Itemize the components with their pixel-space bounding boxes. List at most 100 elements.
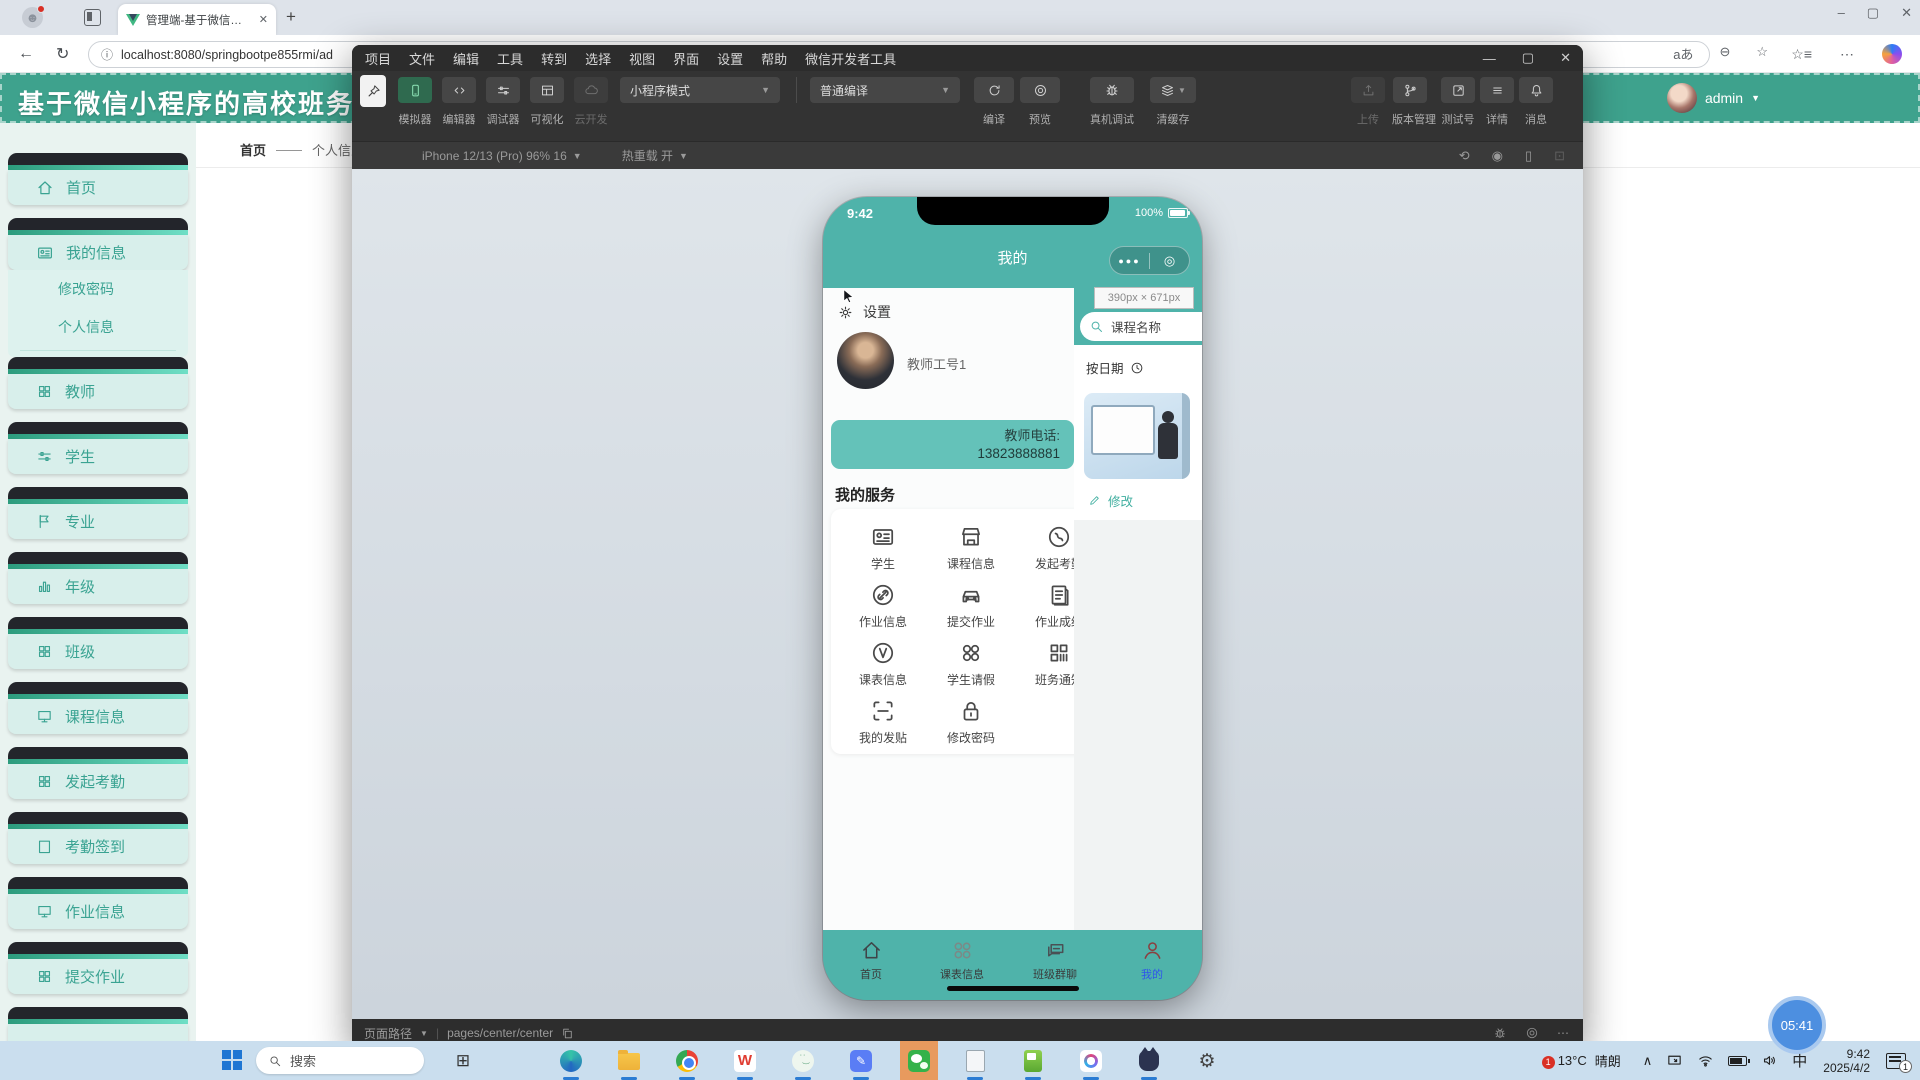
simulator-button[interactable] (398, 77, 432, 103)
tray-expand-icon[interactable]: ∧ (1643, 1053, 1653, 1069)
zoom-out-icon[interactable]: ⊖ (1719, 44, 1730, 63)
hot-reload-toggle[interactable]: 热重载 开 ▼ (622, 147, 688, 164)
cloud-dev-button[interactable] (574, 77, 608, 103)
record-icon[interactable]: ◉ (1492, 148, 1503, 164)
upload-button[interactable] (1351, 77, 1385, 103)
start-button[interactable] (222, 1050, 243, 1071)
tab-layout-icon[interactable] (84, 9, 101, 26)
browser-profile-avatar[interactable]: ☻ (22, 5, 45, 28)
taskbar-app-settings[interactable]: ⚙ (1192, 1046, 1222, 1076)
tab-mine[interactable]: 我的 (1114, 939, 1190, 982)
taskbar-app-chrome[interactable] (672, 1046, 702, 1080)
sidebar-item-grades[interactable]: 年级 (8, 552, 188, 604)
sidebar-item-home[interactable]: 首页 (8, 153, 188, 205)
browser-close-button[interactable]: ✕ (1901, 5, 1912, 21)
service-change-password[interactable]: 修改密码 (927, 698, 1015, 746)
preview-button[interactable] (1020, 77, 1060, 103)
sidebar-item-teachers[interactable]: 教师 (8, 357, 188, 409)
sidebar-item-course-info[interactable]: 课程信息 (8, 682, 188, 734)
exit-target-icon[interactable]: ◎ (1150, 253, 1189, 269)
mode-select[interactable]: 小程序模式 ▼ (620, 77, 780, 103)
compile-mode-select[interactable]: 普通编译 ▼ (810, 77, 960, 103)
new-tab-button[interactable]: + (286, 8, 296, 26)
taskbar-app-notepad[interactable] (960, 1046, 990, 1080)
service-timetable[interactable]: 课表信息 (839, 640, 927, 688)
menu-file[interactable]: 文件 (400, 49, 444, 68)
more-menu-icon[interactable]: ●●● (1110, 256, 1149, 266)
visualize-button[interactable] (530, 77, 564, 103)
taskbar-clock[interactable]: 9:42 2025/4/2 (1823, 1047, 1870, 1075)
screen-recording-timer[interactable]: 05:41 (1768, 996, 1826, 1054)
browser-tab[interactable]: 管理端-基于微信小程序的高校班 ✕ (118, 4, 276, 35)
browser-maximize-button[interactable]: ▢ (1867, 5, 1879, 21)
sidebar-subitem-change-password[interactable]: 修改密码 (8, 270, 188, 308)
service-students[interactable]: 学生 (839, 524, 927, 572)
service-homework-info[interactable]: 作业信息 (839, 582, 927, 630)
course-image[interactable] (1084, 393, 1190, 479)
taskbar-app-wps[interactable]: W (730, 1046, 760, 1080)
sidebar-item-start-attendance[interactable]: 发起考勤 (8, 747, 188, 799)
avatar[interactable] (837, 332, 894, 389)
menu-tools[interactable]: 工具 (488, 49, 532, 68)
bug-icon[interactable] (1493, 1026, 1507, 1040)
sidebar-item-students[interactable]: 学生 (8, 422, 188, 474)
sidebar-item-majors[interactable]: 专业 (8, 487, 188, 539)
copilot-icon[interactable] (1882, 44, 1902, 64)
messages-button[interactable] (1519, 77, 1553, 103)
details-button[interactable] (1480, 77, 1514, 103)
taskbar-app-notes[interactable]: ✎ (846, 1046, 876, 1080)
favorite-star-icon[interactable]: ☆ (1756, 44, 1768, 63)
version-manage-button[interactable] (1393, 77, 1427, 103)
devtools-minimize-button[interactable]: — (1483, 51, 1496, 66)
taskbar-app-explorer[interactable] (614, 1046, 644, 1080)
weather-condition[interactable]: 晴朗 (1595, 1051, 1621, 1070)
service-submit-homework[interactable]: 提交作业 (927, 582, 1015, 630)
phone-frame-icon[interactable]: ▯ (1525, 148, 1532, 164)
sort-by-date-button[interactable]: 按日期 (1086, 358, 1144, 377)
menu-view[interactable]: 视图 (620, 49, 664, 68)
browser-menu-icon[interactable]: ⋯ (1840, 46, 1854, 63)
tab-class-chat[interactable]: 班级群聊 (1017, 939, 1093, 982)
menu-settings[interactable]: 设置 (708, 49, 752, 68)
taskbar-app-wechat[interactable] (900, 1041, 938, 1080)
tab-close-icon[interactable]: ✕ (259, 13, 268, 26)
menu-select[interactable]: 选择 (576, 49, 620, 68)
menu-edit[interactable]: 编辑 (444, 49, 488, 68)
sidebar-item-my-info[interactable]: 我的信息 (8, 218, 188, 270)
notification-center-icon[interactable]: 1 (1886, 1052, 1912, 1073)
taskbar-search[interactable]: 搜索 (256, 1047, 424, 1074)
volume-icon[interactable] (1761, 1052, 1778, 1069)
page-path-label[interactable]: 页面路径 (364, 1025, 412, 1042)
battery-icon[interactable] (1728, 1055, 1751, 1066)
devtools-close-button[interactable]: ✕ (1560, 50, 1571, 66)
read-aloud-icon[interactable]: aあ (1673, 44, 1693, 63)
editor-button[interactable] (442, 77, 476, 103)
breadcrumb-home[interactable]: 首页 (240, 140, 266, 159)
edit-course-button[interactable]: 修改 (1088, 491, 1133, 510)
admin-menu[interactable]: admin ▼ (1666, 83, 1760, 113)
sidebar-subitem-personal-info[interactable]: 个人信息 (8, 308, 188, 346)
menu-wechat-devtools[interactable]: 微信开发者工具 (796, 49, 905, 68)
sidebar-item-submit-homework[interactable]: 提交作业 (8, 942, 188, 994)
wifi-icon[interactable] (1697, 1052, 1714, 1069)
tab-timetable[interactable]: 课表信息 (924, 939, 1000, 982)
clear-cache-button[interactable]: ▼ (1150, 77, 1196, 103)
menu-interface[interactable]: 界面 (664, 49, 708, 68)
rotate-icon[interactable]: ⟲ (1459, 148, 1470, 164)
eye-icon[interactable] (1525, 1026, 1539, 1040)
menu-goto[interactable]: 转到 (532, 49, 576, 68)
pin-button[interactable] (360, 75, 386, 107)
service-course-info[interactable]: 课程信息 (927, 524, 1015, 572)
site-info-icon[interactable]: ⓘ (101, 46, 113, 63)
panel-layout-icon[interactable]: ⊡ (1554, 148, 1565, 164)
taskbar-app-editor[interactable] (1018, 1046, 1048, 1080)
taskbar-app-assistant[interactable]: ˙͜˙ (788, 1046, 818, 1080)
service-student-leave[interactable]: 学生请假 (927, 640, 1015, 688)
device-select[interactable]: iPhone 12/13 (Pro) 96% 16 ▼ (422, 149, 582, 163)
reload-button[interactable]: ↻ (56, 44, 69, 64)
favorites-bar-icon[interactable]: ☆≡ (1791, 46, 1812, 63)
compile-button[interactable] (974, 77, 1014, 103)
taskbar-app-edge[interactable] (556, 1046, 586, 1080)
course-search-input[interactable]: 课程名称 (1080, 312, 1202, 341)
menu-help[interactable]: 帮助 (752, 49, 796, 68)
